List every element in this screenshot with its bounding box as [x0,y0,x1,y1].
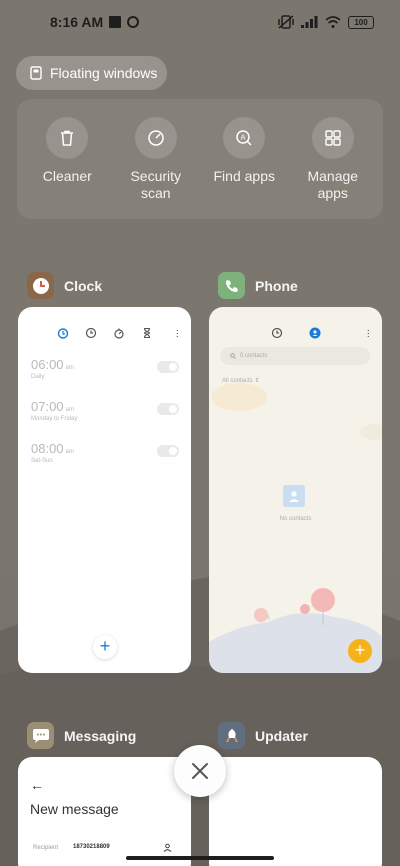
svg-text:A: A [241,134,246,142]
alarm-item[interactable]: 08:00 am Sat-Sun [31,441,179,471]
recipient-label: Recipient [33,845,59,851]
alarm-time: 08:00 [31,441,64,456]
security-scan-label: Security scan [130,168,182,201]
no-contacts-text: No contacts [279,516,312,522]
alarm-item[interactable]: 06:00 am Daily [31,357,179,387]
home-indicator[interactable] [126,856,274,860]
phone-tabs [209,327,382,339]
stopwatch-tab-icon[interactable] [113,327,125,339]
grid-icon [325,130,341,146]
manage-apps-button[interactable]: Manage apps [291,117,375,219]
alarm-toggle[interactable] [157,445,179,457]
updater-app-name: Updater [255,727,308,744]
contacts-tab-icon[interactable] [309,327,321,339]
clear-all-button[interactable] [174,745,226,797]
clock-tabs [18,327,191,339]
alarm-days: Sat-Sun [31,458,53,464]
alarm-toggle[interactable] [157,403,179,415]
contacts-search-input[interactable]: 0 contacts [220,347,370,365]
floating-windows-label: Floating windows [50,65,158,81]
phone-app-name: Phone [255,277,298,294]
alarm-days: Daily [31,374,45,380]
updater-app-header[interactable]: Updater [218,722,308,749]
clock-app-icon [27,272,54,299]
cleaner-label: Cleaner [42,168,92,184]
phone-more-icon[interactable]: · · · [367,326,370,342]
manage-apps-label: Manage apps [307,168,359,201]
close-icon [192,763,208,779]
vibrate-icon [278,15,294,29]
alarm-days: Monday to Friday [31,416,78,422]
notification-icon [109,16,122,28]
contact-placeholder-icon [283,485,305,507]
contacts-search-placeholder: 0 contacts [240,353,268,359]
clock-app-header[interactable]: Clock [27,272,102,299]
cleaner-button[interactable]: Cleaner [25,117,109,219]
recipient-number: 18730218809 [73,844,110,850]
alarm-time: 06:00 [31,357,64,372]
messaging-app-icon [27,722,54,749]
status-bar: 8:16 AM 100 [0,0,400,44]
phone-app-header[interactable]: Phone [218,272,298,299]
find-apps-label: Find apps [213,168,275,184]
add-alarm-button[interactable]: + [93,635,117,659]
messaging-app-name: Messaging [64,727,137,744]
floating-windows-button[interactable]: Floating windows [16,56,167,90]
find-apps-icon: A [236,130,252,146]
alarm-ampm: am [65,449,74,455]
security-scan-button[interactable]: Security scan [114,117,198,219]
security-icon [148,130,164,146]
trash-icon [61,130,74,146]
phone-app-icon [218,272,245,299]
clock-app-card[interactable]: · · · 06:00 am Daily 07:00 am Monday to Frid… [18,307,191,673]
wifi-icon [325,16,341,28]
world-clock-tab-icon[interactable] [85,327,97,339]
updater-app-icon [218,722,245,749]
contact-picker-icon[interactable] [163,843,172,852]
back-arrow-icon[interactable]: ← [30,777,44,793]
phone-app-card[interactable]: · · · 0 contacts All contacts ⇕ No contact… [209,307,382,673]
updater-app-card[interactable] [209,757,382,866]
alarm-tab-icon[interactable] [57,327,69,339]
status-time: 8:16 AM [50,14,104,30]
clock-app-name: Clock [64,277,103,294]
messaging-app-header[interactable]: Messaging [27,722,136,749]
alarm-ampm: am [65,407,74,413]
app-notification-icon [127,16,140,28]
contacts-filter-label: All contacts [222,378,253,384]
alarm-ampm: am [65,365,74,371]
alarm-toggle[interactable] [157,361,179,373]
dialpad-button[interactable]: + [348,639,372,663]
battery-icon: 100 [348,15,374,29]
quick-tools-panel: Cleaner Security scan A Find apps Manage a… [17,99,383,219]
floating-window-icon [30,66,42,80]
find-apps-button[interactable]: A Find apps [202,117,286,219]
alarm-time: 07:00 [31,399,64,414]
search-icon [230,353,236,359]
signal-icon [301,16,318,28]
timer-tab-icon[interactable] [141,327,153,339]
contacts-filter-dropdown[interactable]: All contacts ⇕ [222,377,259,384]
clock-more-icon[interactable]: · · · [176,326,179,342]
messaging-app-card[interactable]: ← New message Recipient 18730218809 [18,757,191,866]
recents-tab-icon[interactable] [271,327,283,339]
new-message-title: New message [30,801,119,817]
alarm-item[interactable]: 07:00 am Monday to Friday [31,399,179,429]
